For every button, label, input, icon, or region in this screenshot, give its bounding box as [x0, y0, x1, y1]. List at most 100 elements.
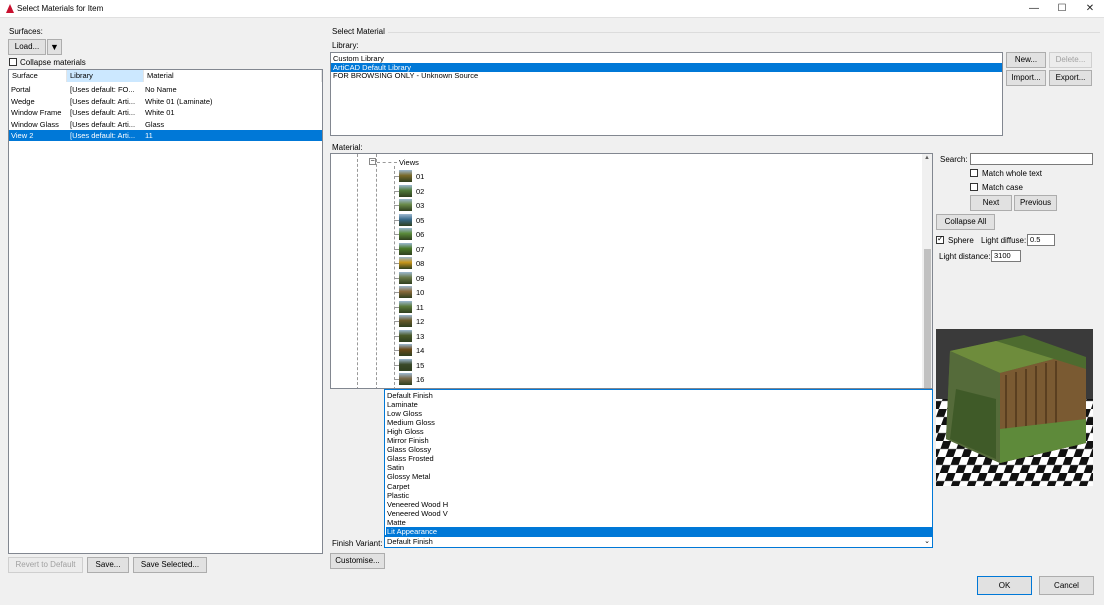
- tree-item-label[interactable]: 08: [416, 259, 424, 268]
- finish-option[interactable]: Laminate: [386, 400, 933, 409]
- finish-option[interactable]: Low Gloss: [386, 409, 933, 418]
- save-selected-button[interactable]: Save Selected...: [133, 557, 207, 573]
- tree-item-label[interactable]: 15: [416, 361, 424, 370]
- material-thumbnail-icon[interactable]: [399, 286, 412, 298]
- light-distance-input[interactable]: 3100: [991, 250, 1021, 262]
- tree-item-label[interactable]: 16: [416, 375, 424, 384]
- material-thumbnail-icon[interactable]: [399, 242, 412, 255]
- finish-option[interactable]: Glossy Metal: [386, 472, 933, 481]
- title-bar: Select Materials for Item — ☐ ✕: [0, 0, 1104, 18]
- customise-button[interactable]: Customise...: [330, 553, 385, 569]
- collapse-all-button[interactable]: Collapse All: [936, 214, 995, 230]
- material-thumbnail-icon[interactable]: [399, 271, 412, 284]
- minimize-button[interactable]: —: [1020, 0, 1048, 18]
- tree-item-label[interactable]: 11: [416, 303, 424, 312]
- previous-button[interactable]: Previous: [1014, 195, 1057, 211]
- finish-option[interactable]: Lit Appearance: [386, 526, 933, 536]
- tree-item-label[interactable]: 03: [416, 201, 424, 210]
- column-header-surface[interactable]: Surface: [9, 70, 67, 82]
- material-thumbnail-icon[interactable]: [399, 300, 412, 313]
- cell-surface: Portal: [11, 85, 31, 94]
- table-row[interactable]: View 2 [Uses default: Arti... 11: [9, 130, 322, 141]
- tree-item-label[interactable]: 07: [416, 245, 424, 254]
- finish-option[interactable]: Plastic: [386, 491, 933, 500]
- finish-option[interactable]: Satin: [386, 463, 933, 472]
- tree-item-label[interactable]: 14: [416, 346, 424, 355]
- material-thumbnail-icon[interactable]: [399, 344, 412, 356]
- sphere-checkbox[interactable]: [936, 234, 944, 244]
- load-dropdown-button[interactable]: ▼: [47, 39, 62, 55]
- new-library-button[interactable]: New...: [1006, 52, 1046, 68]
- table-row[interactable]: Window Frame [Uses default: Arti... White …: [9, 107, 322, 118]
- material-thumbnail-icon[interactable]: [399, 329, 412, 342]
- finish-option[interactable]: Veneered Wood V: [386, 509, 933, 518]
- tree-item-label[interactable]: 12: [416, 317, 424, 326]
- library-list[interactable]: Custom Library ArtiCAD Default Library FOR…: [330, 52, 1003, 136]
- finish-variant-value: Default Finish: [387, 537, 433, 546]
- material-thumbnail-icon[interactable]: [399, 213, 412, 226]
- cell-material: 11: [145, 131, 153, 140]
- material-thumbnail-icon[interactable]: [399, 199, 412, 211]
- material-thumbnail-icon[interactable]: [399, 373, 412, 385]
- tree-item-label[interactable]: 10: [416, 288, 424, 297]
- finish-option[interactable]: Mirror Finish: [386, 436, 933, 445]
- finish-variant-label: Finish Variant:: [332, 539, 383, 548]
- search-input[interactable]: [970, 153, 1093, 165]
- finish-option[interactable]: Matte: [386, 518, 933, 527]
- light-diffuse-input[interactable]: 0.5: [1027, 234, 1055, 246]
- cancel-button[interactable]: Cancel: [1039, 576, 1094, 595]
- tree-item-label[interactable]: 09: [416, 274, 424, 283]
- tree-item-label[interactable]: 06: [416, 230, 424, 239]
- material-tree[interactable]: − Views 01 02 03 05 06 07 08 09 10 11 12 13 14 15 16 ▲: [330, 153, 933, 389]
- collapse-materials-checkbox[interactable]: [9, 58, 17, 66]
- load-button[interactable]: Load...: [8, 39, 46, 55]
- save-button[interactable]: Save...: [87, 557, 129, 573]
- delete-library-button[interactable]: Delete...: [1049, 52, 1092, 68]
- material-thumbnail-icon[interactable]: [399, 315, 412, 327]
- table-row[interactable]: Wedge [Uses default: Arti... White 01 (Lam…: [9, 96, 322, 107]
- list-item[interactable]: FOR BROWSING ONLY - Unknown Source: [331, 71, 1002, 80]
- table-row[interactable]: Portal [Uses default: FO... No Name: [9, 84, 322, 95]
- finish-option[interactable]: Medium Gloss: [386, 418, 933, 427]
- tree-scrollbar[interactable]: ▲: [922, 154, 932, 388]
- scroll-up-icon[interactable]: ▲: [924, 155, 930, 161]
- maximize-button[interactable]: ☐: [1048, 0, 1076, 18]
- group-divider: [388, 32, 1100, 33]
- collapse-node-icon[interactable]: −: [369, 158, 376, 165]
- table-row[interactable]: Window Glass [Uses default: Arti... Glass: [9, 119, 322, 130]
- finish-dropdown-list[interactable]: Default Finish Laminate Low Gloss Medium Gl…: [384, 389, 933, 536]
- match-case-checkbox[interactable]: [970, 183, 978, 191]
- tree-item-label[interactable]: 01: [416, 172, 424, 181]
- material-thumbnail-icon[interactable]: [399, 184, 412, 197]
- cell-surface: Window Glass: [11, 119, 59, 129]
- match-whole-text-checkbox[interactable]: [970, 169, 978, 177]
- finish-option[interactable]: High Gloss: [386, 427, 933, 436]
- scroll-thumb[interactable]: [924, 249, 931, 388]
- material-thumbnail-icon[interactable]: [399, 358, 412, 371]
- finish-option[interactable]: Carpet: [386, 482, 933, 491]
- material-thumbnail-icon[interactable]: [399, 228, 412, 240]
- finish-option[interactable]: Glass Frosted: [386, 454, 933, 463]
- revert-to-default-button[interactable]: Revert to Default: [8, 557, 83, 573]
- export-library-button[interactable]: Export...: [1049, 70, 1092, 86]
- column-header-material[interactable]: Material: [144, 70, 322, 82]
- ok-button[interactable]: OK: [977, 576, 1032, 595]
- tree-guide-line: [357, 154, 358, 388]
- close-button[interactable]: ✕: [1076, 0, 1104, 18]
- material-preview: [936, 329, 1093, 486]
- import-library-button[interactable]: Import...: [1006, 70, 1046, 86]
- tree-item-label[interactable]: 05: [416, 216, 424, 225]
- finish-option[interactable]: Glass Glossy: [386, 445, 933, 454]
- material-thumbnail-icon[interactable]: [399, 170, 412, 182]
- finish-option[interactable]: Veneered Wood H: [386, 500, 933, 509]
- next-button[interactable]: Next: [970, 195, 1012, 211]
- finish-option[interactable]: Default Finish: [386, 391, 933, 400]
- finish-variant-select[interactable]: Default Finish ⌄: [384, 536, 933, 548]
- material-thumbnail-icon[interactable]: [399, 257, 412, 269]
- column-header-library[interactable]: Library: [67, 70, 144, 82]
- tree-item-label[interactable]: 02: [416, 187, 424, 196]
- tree-item-label[interactable]: 13: [416, 332, 424, 341]
- tree-folder-views[interactable]: Views: [399, 158, 419, 167]
- light-diffuse-label: Light diffuse:: [981, 236, 1027, 245]
- tree-guide-line: [377, 162, 397, 163]
